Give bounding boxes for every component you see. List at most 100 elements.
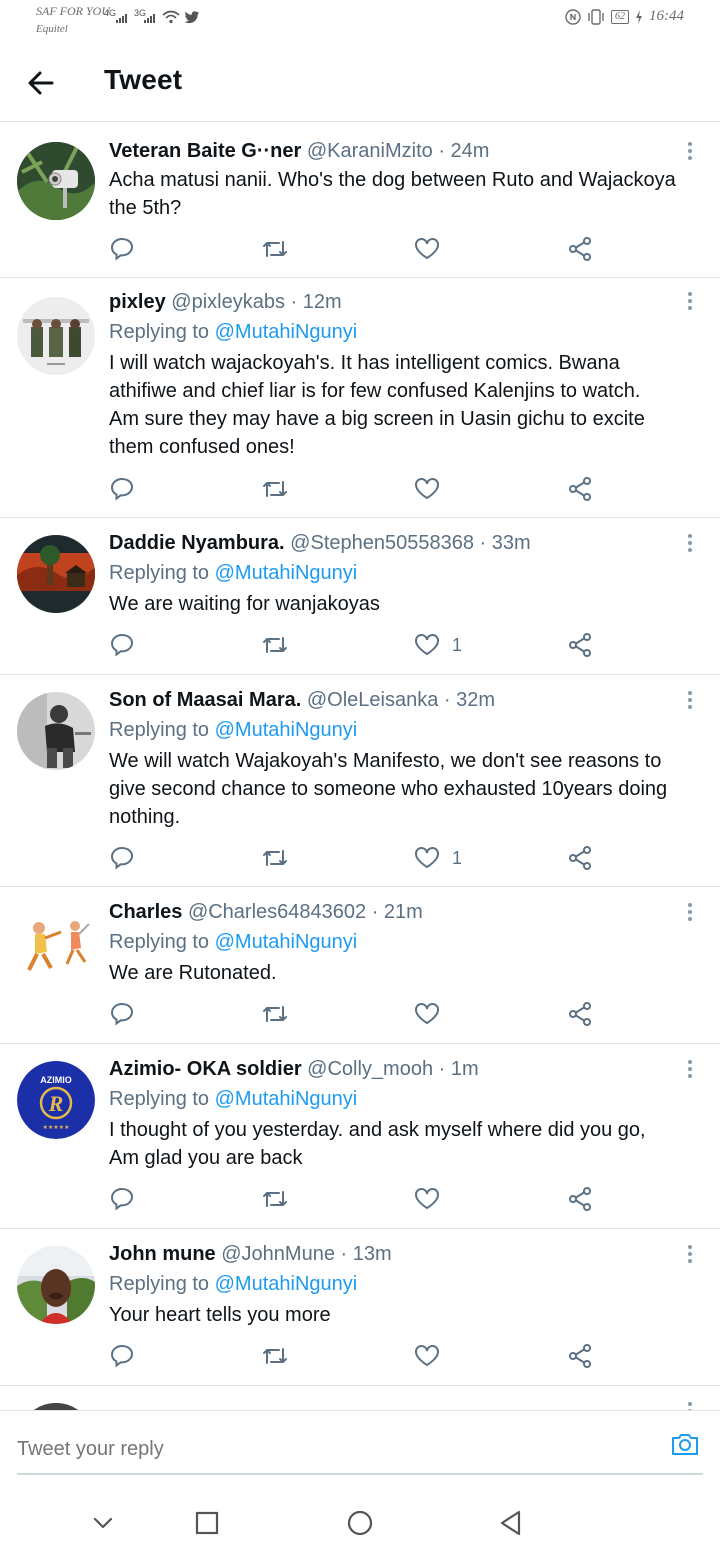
author-handle: @KaraniMzito · 24m: [306, 140, 490, 162]
back-triangle-icon[interactable]: [494, 1506, 528, 1540]
like-button[interactable]: [414, 234, 452, 264]
avatar[interactable]: AZIMIO R ★★★★★: [17, 1061, 95, 1139]
reply-button[interactable]: [109, 1341, 135, 1371]
author-name[interactable]: Azimio- OKA soldier: [109, 1058, 302, 1080]
chevron-down-icon[interactable]: [86, 1506, 120, 1540]
back-arrow-icon[interactable]: [24, 66, 58, 100]
share-button[interactable]: [567, 1341, 593, 1371]
replying-to: Replying to @MutahiNgunyi: [109, 559, 357, 587]
tweet-item[interactable]: Daddie Nyambura. @Stephen50558368 · 33m …: [0, 518, 720, 675]
like-button[interactable]: [414, 1341, 452, 1371]
status-bar: SAF FOR YOU Equitel 4G 3G 62 16:44: [0, 0, 720, 44]
tweet-item[interactable]: Son of Maasai Mara. @OleLeisanka · 32m R…: [0, 675, 720, 887]
retweet-button[interactable]: [261, 999, 289, 1029]
heart-icon: [415, 634, 439, 656]
tweet-item[interactable]: Charles @Charles64843602 · 21m Replying …: [0, 887, 720, 1044]
retweet-button[interactable]: [261, 474, 289, 504]
author-name[interactable]: Charles: [109, 901, 182, 923]
tweet-actions: [109, 1341, 609, 1371]
avatar[interactable]: [17, 692, 95, 770]
replying-label: Replying to: [109, 562, 210, 584]
azimio-logo-letter: R: [48, 1091, 64, 1116]
like-button[interactable]: [414, 1184, 452, 1214]
avatar[interactable]: [17, 1403, 95, 1410]
like-button[interactable]: [414, 474, 452, 504]
twitter-icon: [184, 11, 200, 24]
more-options-icon[interactable]: [686, 292, 694, 312]
more-options-icon[interactable]: [686, 1060, 694, 1080]
tweet-item-partial[interactable]: [0, 1386, 720, 1410]
retweet-button[interactable]: [261, 630, 289, 660]
tweet-text-line: give second chance to someone who exhaus…: [109, 778, 668, 800]
retweet-button[interactable]: [261, 1184, 289, 1214]
more-options-icon[interactable]: [686, 691, 694, 711]
more-options-icon[interactable]: [686, 903, 694, 923]
reply-input[interactable]: [17, 1425, 703, 1475]
more-options-icon[interactable]: [686, 142, 694, 162]
mention-link[interactable]: @MutahiNgunyi: [215, 321, 358, 343]
share-icon: [569, 237, 591, 261]
tweet-text-line: athifiwe and chief liar is for few confu…: [109, 380, 641, 402]
avatar[interactable]: [17, 904, 95, 982]
avatar[interactable]: [17, 297, 95, 375]
reply-button[interactable]: [109, 999, 135, 1029]
retweet-button[interactable]: [261, 234, 289, 264]
tweet-item[interactable]: pixley @pixleykabs · 12m Replying to @Mu…: [0, 278, 720, 518]
share-icon: [569, 477, 591, 501]
clock: 16:44: [649, 8, 684, 24]
author-handle: @JohnMune · 13m: [221, 1243, 392, 1265]
reply-composer: [0, 1410, 720, 1486]
more-options-icon[interactable]: [686, 1402, 694, 1410]
reply-icon: [110, 1344, 134, 1368]
tweet-text-line: Am sure they may have a big screen in Ua…: [109, 408, 645, 430]
tweet-text: We are waiting for wanjakoyas: [109, 590, 709, 618]
author-name[interactable]: Son of Maasai Mara.: [109, 689, 301, 711]
author-name[interactable]: Daddie Nyambura.: [109, 532, 285, 554]
camera-icon[interactable]: [670, 1429, 700, 1459]
more-options-icon[interactable]: [686, 1245, 694, 1265]
tweet-text-line: We are Rutonated.: [109, 962, 277, 984]
mention-link[interactable]: @MutahiNgunyi: [215, 719, 358, 741]
share-button[interactable]: [567, 1184, 593, 1214]
mention-link[interactable]: @MutahiNgunyi: [215, 562, 358, 584]
share-button[interactable]: [567, 999, 593, 1029]
reply-button[interactable]: [109, 474, 135, 504]
avatar[interactable]: [17, 1246, 95, 1324]
share-button[interactable]: [567, 234, 593, 264]
tweet-item[interactable]: John mune @JohnMune · 13m Replying to @M…: [0, 1229, 720, 1386]
avatar[interactable]: [17, 535, 95, 613]
mention-link[interactable]: @MutahiNgunyi: [215, 931, 358, 953]
like-count: 1: [452, 634, 463, 655]
reply-button[interactable]: [109, 1184, 135, 1214]
share-button[interactable]: [567, 474, 593, 504]
reply-button[interactable]: [109, 630, 135, 660]
more-options-icon[interactable]: [686, 534, 694, 554]
share-button[interactable]: [567, 630, 593, 660]
tweet-text: I will watch wajackoyah's. It has intell…: [109, 349, 709, 461]
tweet-text-line: Your heart tells you more: [109, 1304, 331, 1326]
tweet-item[interactable]: AZIMIO R ★★★★★ Azimio- OKA soldier @Coll…: [0, 1044, 720, 1229]
heart-icon: [415, 847, 439, 869]
home-circle-icon[interactable]: [343, 1506, 377, 1540]
reply-icon: [110, 1187, 134, 1211]
mention-link[interactable]: @MutahiNgunyi: [215, 1088, 358, 1110]
tweet-item[interactable]: Veteran Baite G··ner @KaraniMzito · 24m …: [0, 123, 720, 278]
author-name[interactable]: pixley: [109, 291, 166, 313]
avatar[interactable]: [17, 142, 95, 220]
author-name[interactable]: John mune: [109, 1243, 216, 1265]
like-button[interactable]: 1: [414, 630, 462, 660]
tweet-text-line: Am glad you are back: [109, 1147, 303, 1169]
retweet-button[interactable]: [261, 1341, 289, 1371]
tweet-actions: [109, 474, 609, 504]
author-name[interactable]: Veteran Baite G··ner: [109, 140, 301, 162]
tweet-actions: 1: [109, 843, 609, 873]
like-button[interactable]: [414, 999, 452, 1029]
share-icon: [569, 633, 591, 657]
reply-button[interactable]: [109, 843, 135, 873]
mention-link[interactable]: @MutahiNgunyi: [215, 1273, 358, 1295]
reply-button[interactable]: [109, 234, 135, 264]
share-button[interactable]: [567, 843, 593, 873]
recents-square-icon[interactable]: [190, 1506, 224, 1540]
retweet-button[interactable]: [261, 843, 289, 873]
like-button[interactable]: 1: [414, 843, 462, 873]
